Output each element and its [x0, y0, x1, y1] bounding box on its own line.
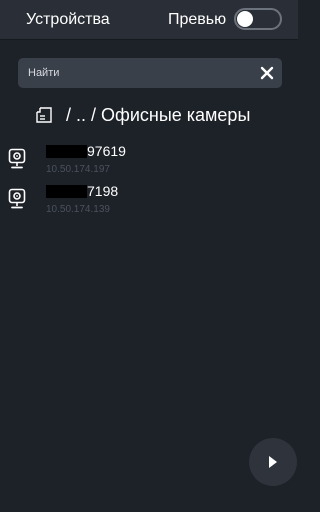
device-ip: 10.50.174.197 [46, 164, 110, 175]
device-item[interactable]: 7198 10.50.174.139 [0, 182, 298, 224]
search-box[interactable] [18, 58, 282, 88]
close-icon[interactable] [258, 64, 276, 82]
device-name-suffix: 7198 [87, 183, 119, 199]
play-arrow-icon [269, 456, 277, 468]
camera-icon [8, 188, 26, 209]
breadcrumb-path: / .. / Офисные камеры [66, 104, 251, 125]
device-ip: 10.50.174.139 [46, 204, 110, 215]
preview-label: Превью [168, 11, 227, 28]
panel-title: Устройства [26, 11, 110, 28]
toggle-knob [237, 11, 253, 27]
camera-icon [8, 148, 26, 169]
breadcrumb[interactable]: / .. / Офисные камеры [34, 103, 250, 127]
device-name: 97619 [46, 142, 126, 160]
device-name: 7198 [46, 182, 118, 200]
redacted-block [46, 184, 87, 198]
redacted-block [46, 144, 87, 158]
panel-header: Устройства Превью [0, 0, 298, 40]
device-name-suffix: 97619 [87, 143, 126, 159]
folder-list-icon [36, 107, 52, 123]
preview-toggle[interactable] [234, 8, 282, 30]
device-item[interactable]: 97619 10.50.174.197 [0, 142, 298, 184]
devices-panel: Устройства Превью / .. / Офисные камеры [0, 0, 298, 512]
search-input[interactable] [28, 58, 248, 88]
next-button[interactable] [249, 438, 297, 486]
